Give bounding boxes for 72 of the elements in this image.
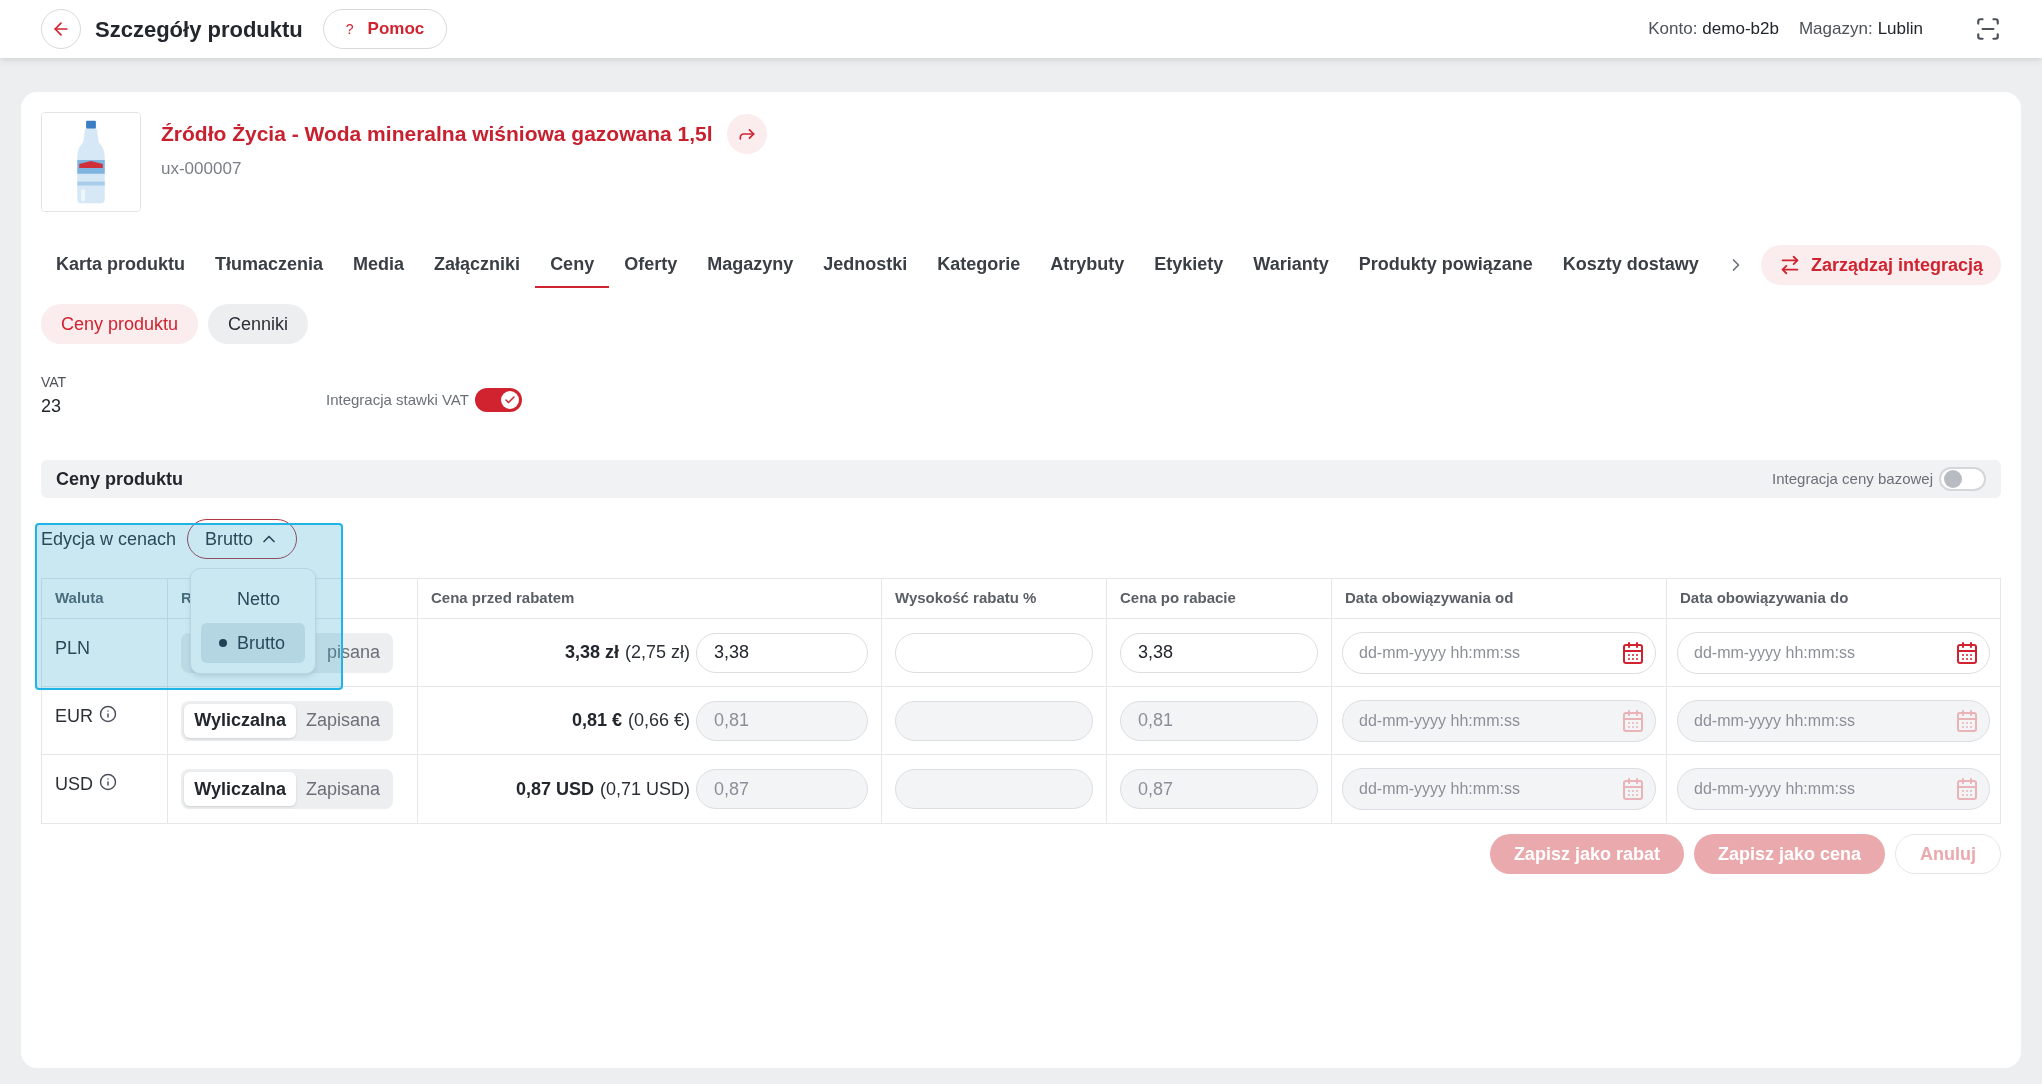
- discount-field[interactable]: [895, 700, 1093, 741]
- mode-option[interactable]: Wyliczalna: [184, 772, 296, 806]
- dropdown-option[interactable]: Netto: [201, 579, 305, 619]
- discounted-price-field[interactable]: 3,38: [1120, 632, 1318, 673]
- mode-option[interactable]: Zapisana: [295, 703, 390, 738]
- tab[interactable]: Magazyny: [692, 242, 809, 288]
- tab[interactable]: Karta produktu: [41, 242, 200, 288]
- tab[interactable]: Kategorie: [922, 242, 1036, 288]
- section-title: Ceny produktu: [56, 467, 183, 491]
- column-header: Cena po rabacie: [1106, 579, 1331, 618]
- mode-option[interactable]: Wyliczalna: [184, 703, 296, 738]
- toggle-switch[interactable]: [474, 388, 522, 412]
- column-header: Wysokość rabatu %: [881, 579, 1106, 618]
- gross-price: 0,87 USD: [515, 777, 594, 801]
- info-icon[interactable]: [99, 705, 117, 723]
- manage-integration-button[interactable]: Zarządzaj integracją: [1760, 245, 2001, 285]
- tab[interactable]: Media: [338, 242, 420, 288]
- check-icon: [503, 394, 516, 406]
- currency-code: EUR: [55, 705, 93, 728]
- column-header: Waluta: [54, 588, 105, 609]
- warehouse-label: Magazyn:: [1798, 18, 1873, 41]
- base-integration-label: Integracja ceny bazowej: [1772, 468, 1933, 489]
- vat-value: 23: [41, 395, 63, 418]
- net-price: (0,71 USD): [599, 777, 690, 801]
- currency-code: PLN: [55, 637, 90, 660]
- tab[interactable]: Warianty: [1238, 242, 1344, 288]
- mode-option[interactable]: Zapisana: [295, 772, 390, 806]
- gross-price: 3,38 zł: [564, 641, 619, 664]
- account-label: Konto:: [1648, 18, 1698, 41]
- date-placeholder: dd-mm-yyyy hh:mm:ss: [1359, 710, 1520, 731]
- date-placeholder: dd-mm-yyyy hh:mm:ss: [1359, 779, 1520, 799]
- date-placeholder: dd-mm-yyyy hh:mm:ss: [1694, 710, 1855, 731]
- tab[interactable]: Koszty dostawy: [1547, 242, 1714, 288]
- date-placeholder: dd-mm-yyyy hh:mm:ss: [1694, 642, 1855, 663]
- net-price: (2,75 zł): [624, 641, 690, 664]
- edit-mode-label: Edycja w cenach: [41, 527, 177, 551]
- currency-code: USD: [55, 773, 93, 796]
- tab[interactable]: Oferty: [609, 242, 693, 288]
- product-name: Źródło Życia - Woda mineralna wiśniowa gazowana 1,5l: [161, 121, 713, 148]
- discount-field[interactable]: [895, 769, 1093, 809]
- column-header: Cena przed rabatem: [417, 579, 881, 618]
- net-price: (0,66 €): [627, 709, 690, 732]
- tab[interactable]: Atrybuty: [1035, 242, 1140, 288]
- column-header: Data obowiązywania do: [1666, 579, 2000, 618]
- account-name: demo-b2b: [1702, 18, 1779, 41]
- tab[interactable]: Ceny: [535, 242, 610, 288]
- vat-integration-label: Integracja stawki VAT: [326, 389, 469, 410]
- vat-label: VAT: [41, 373, 68, 392]
- page-title: Szczegóły produktu: [95, 15, 303, 44]
- tab[interactable]: Etykiety: [1139, 242, 1239, 288]
- price-field[interactable]: 3,38: [696, 632, 868, 673]
- date-placeholder: dd-mm-yyyy hh:mm:ss: [1694, 779, 1855, 799]
- share-button[interactable]: [726, 114, 767, 154]
- calendar-icon[interactable]: [1955, 640, 1979, 665]
- column-header: Data obowiązywania od: [1331, 579, 1666, 618]
- warehouse-name: Lublin: [1877, 18, 1923, 41]
- gross-price: 0,81 €: [571, 709, 622, 732]
- calendar-icon[interactable]: [1621, 640, 1645, 665]
- tab[interactable]: Tłumaczenia: [200, 242, 339, 288]
- sub-tab[interactable]: Cenniki: [208, 304, 309, 344]
- date-placeholder: dd-mm-yyyy hh:mm:ss: [1359, 642, 1520, 663]
- scan-icon[interactable]: [1975, 16, 2001, 42]
- tab[interactable]: Jednostki: [808, 242, 923, 288]
- toggle-switch[interactable]: [1939, 467, 1986, 491]
- info-icon[interactable]: [99, 773, 117, 791]
- dropdown-option[interactable]: Brutto: [201, 623, 305, 663]
- sub-tab[interactable]: Ceny produktu: [41, 304, 199, 344]
- tab[interactable]: Produkty powiązane: [1343, 242, 1548, 288]
- discount-field[interactable]: [895, 632, 1093, 673]
- tab[interactable]: Załączniki: [419, 242, 536, 288]
- product-sku: ux-000007: [161, 158, 243, 180]
- help-icon: ?: [345, 18, 354, 40]
